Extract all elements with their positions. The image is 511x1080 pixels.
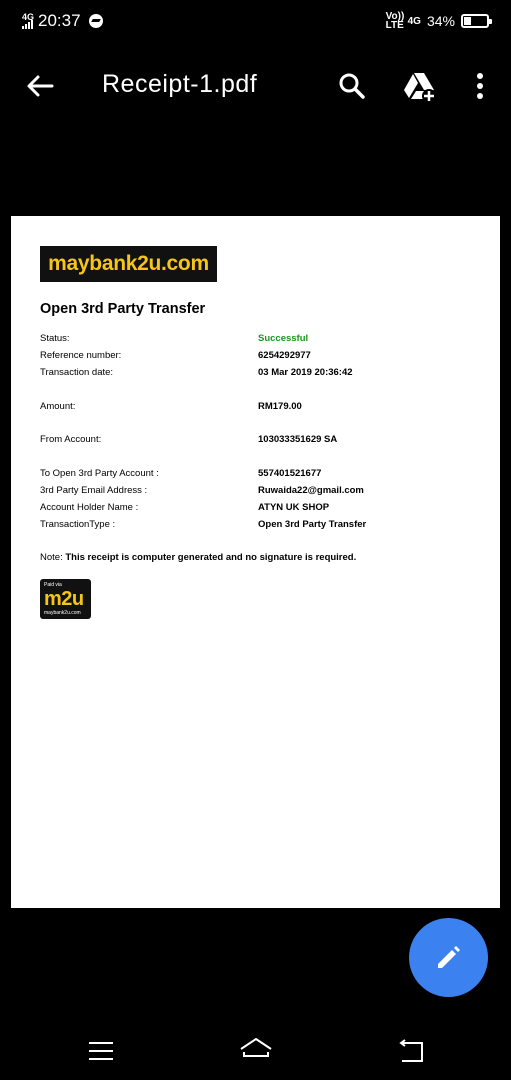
row-value: 103033351629 SA xyxy=(258,434,338,445)
row-value: 557401521677 xyxy=(258,468,322,479)
row-label: Status: xyxy=(40,333,70,344)
menu-icon[interactable] xyxy=(88,1040,114,1062)
status-bar-right: Vo)) LTE 4G 34% xyxy=(385,11,492,31)
back-icon[interactable] xyxy=(396,1038,426,1064)
arrow-left-icon[interactable] xyxy=(24,70,56,102)
row-label: To Open 3rd Party Account : xyxy=(40,468,159,479)
row-value: Ruwaida22@gmail.com xyxy=(258,485,364,496)
drive-add-icon[interactable] xyxy=(402,68,438,104)
edit-fab-button[interactable] xyxy=(409,918,488,997)
battery-icon xyxy=(461,14,492,28)
document-title: Receipt-1.pdf xyxy=(102,70,258,98)
status-bar-left: 4G 20:37 xyxy=(22,11,103,31)
logo-text: maybank2u.com xyxy=(48,252,209,275)
badge-site: maybank2u.com xyxy=(44,610,81,616)
more-vert-icon[interactable] xyxy=(466,70,494,102)
row-value: 6254292977 xyxy=(258,350,311,361)
pdf-page[interactable]: maybank2u.com Open 3rd Party Transfer St… xyxy=(11,216,500,908)
row-label: Account Holder Name : xyxy=(40,502,139,513)
receipt-title: Open 3rd Party Transfer xyxy=(40,301,206,317)
messenger-icon xyxy=(88,14,103,28)
row-value: ATYN UK SHOP xyxy=(258,502,330,513)
status-value: Successful xyxy=(258,333,309,344)
badge-m2u: m2u xyxy=(44,588,84,610)
home-icon[interactable] xyxy=(238,1036,274,1064)
row-label: Reference number: xyxy=(40,350,122,361)
row-value: 03 Mar 2019 20:36:42 xyxy=(258,367,353,378)
row-value: RM179.00 xyxy=(258,401,302,412)
pencil-icon xyxy=(438,946,460,968)
search-icon[interactable] xyxy=(336,70,368,102)
row-label: 3rd Party Email Address : xyxy=(40,485,148,496)
system-nav-bar xyxy=(0,1020,511,1080)
m2u-badge: Paid via m2u maybank2u.com xyxy=(40,579,91,619)
row-label: TransactionType : xyxy=(40,519,116,530)
row-value: Open 3rd Party Transfer xyxy=(258,519,367,530)
signal-icon: 4G xyxy=(22,13,34,29)
row-label: From Account: xyxy=(40,434,102,445)
clock: 20:37 xyxy=(38,11,81,30)
battery-fill xyxy=(464,17,472,25)
volte-indicator: Vo)) LTE xyxy=(385,11,405,31)
maybank-logo: maybank2u.com xyxy=(40,246,217,282)
row-label: Transaction date: xyxy=(40,367,114,378)
network-type-2: 4G xyxy=(407,15,421,27)
row-label: Amount: xyxy=(40,401,76,412)
receipt-note: Note: This receipt is computer generated… xyxy=(40,552,356,563)
battery-percent: 34% xyxy=(426,13,455,29)
app-toolbar: Receipt-1.pdf xyxy=(0,56,511,116)
note-prefix: Note: xyxy=(40,552,63,563)
status-bar: 4G 20:37 Vo)) LTE 4G 34% xyxy=(0,0,511,44)
note-text: This receipt is computer generated and n… xyxy=(65,552,357,563)
